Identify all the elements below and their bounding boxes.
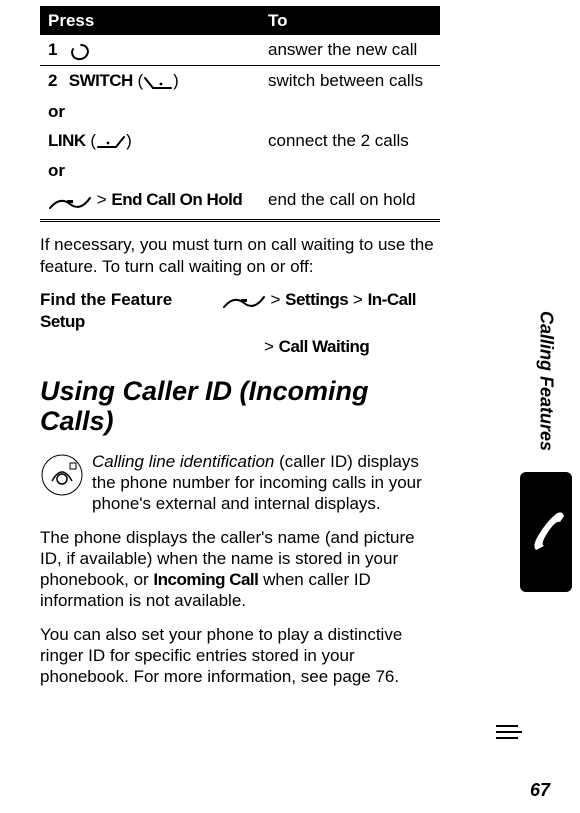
- paragraph-ringer-id: You can also set your phone to play a di…: [40, 624, 440, 688]
- step-2-end-action: end the call on hold: [260, 185, 440, 215]
- network-dependent-icon: [40, 453, 84, 502]
- step-1-action: answer the new call: [260, 35, 440, 66]
- table-header-to: To: [260, 6, 440, 35]
- find-the-feature-label: Find the Feature: [40, 290, 172, 309]
- paragraph-call-waiting-toggle: If necessary, you must turn on call wait…: [40, 234, 440, 277]
- send-key-icon: [69, 40, 91, 61]
- table-end-rule: [40, 219, 440, 222]
- signal-waves-icon: [494, 722, 524, 742]
- end-call-label: End Call On Hold: [111, 190, 242, 209]
- gt-1: >: [97, 190, 107, 209]
- incoming-call-label: Incoming Call: [153, 570, 258, 589]
- gt-3: >: [353, 290, 363, 309]
- gt-4: >: [264, 337, 274, 356]
- instruction-table: Press To 1 answer the new call 2: [40, 6, 440, 215]
- phone-icon: [526, 502, 566, 562]
- left-softkey-icon: [96, 131, 126, 152]
- step-2-or-2: or: [40, 156, 260, 185]
- switch-label: SWITCH: [69, 71, 133, 90]
- step-2-or-1: or: [40, 97, 260, 126]
- side-section-label: Calling Features: [535, 311, 558, 451]
- step-2-link-press: LINK ( ): [40, 126, 260, 156]
- right-softkey-icon: [143, 71, 173, 92]
- page-number: 67: [530, 779, 550, 802]
- paragraph-phonebook-name: The phone displays the caller's name (an…: [40, 527, 440, 612]
- path-call-waiting: Call Waiting: [279, 337, 370, 356]
- path-settings: Settings: [285, 290, 348, 309]
- step-2-end-press: > End Call On Hold: [40, 185, 260, 215]
- section-title-caller-id: Using Caller ID (Incoming Calls): [40, 377, 440, 436]
- step-1-number: 1: [48, 39, 64, 60]
- paragraph-caller-id-desc: Calling line identification (caller ID) …: [40, 451, 440, 515]
- menu-key-icon: [48, 190, 92, 211]
- caller-id-term: Calling line identification: [92, 452, 274, 471]
- table-header-press: Press: [40, 6, 260, 35]
- menu-key-icon-2: [222, 290, 266, 311]
- step-2-switch-action: switch between calls: [260, 66, 440, 97]
- step-2-switch-press: 2 SWITCH ( ): [40, 66, 260, 97]
- side-tab: Calling Features: [520, 296, 572, 592]
- step-1-press: 1: [40, 35, 260, 66]
- link-label: LINK: [48, 131, 86, 150]
- gt-2: >: [270, 290, 280, 309]
- step-2-number: 2: [48, 70, 64, 91]
- step-2-link-action: connect the 2 calls: [260, 126, 440, 156]
